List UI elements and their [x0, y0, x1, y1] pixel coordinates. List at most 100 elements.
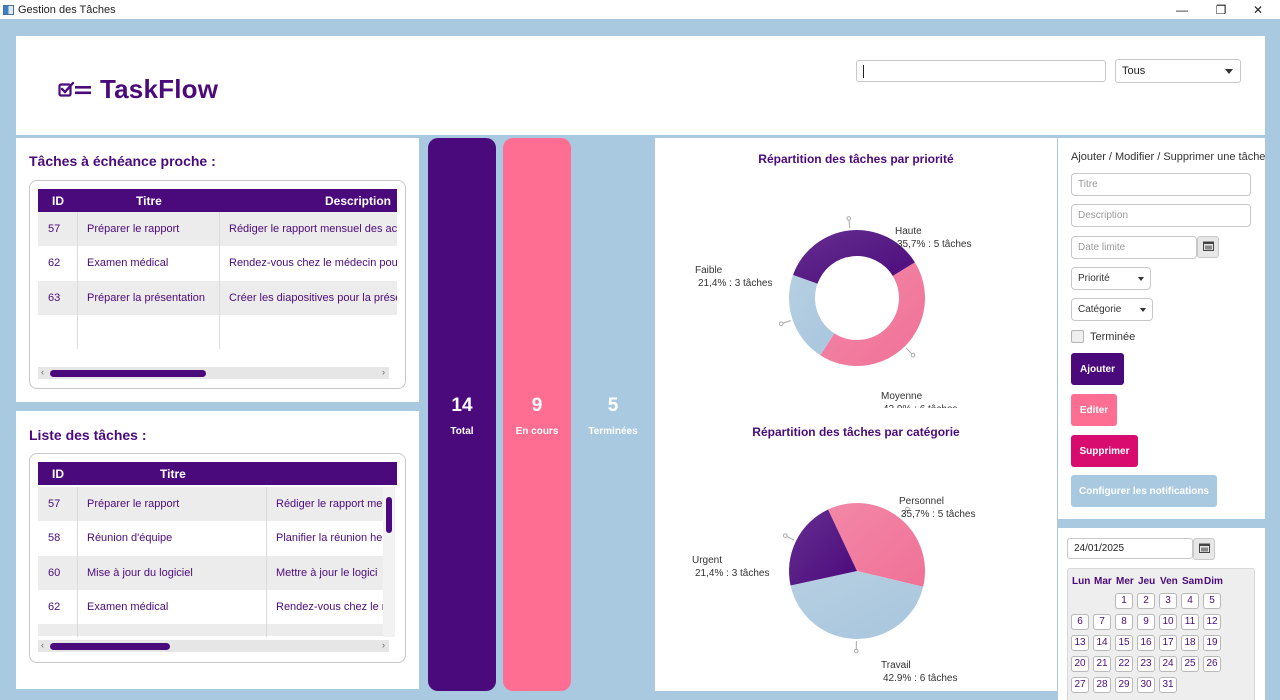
- leader-dot: [910, 352, 916, 358]
- calendar-day[interactable]: 16: [1137, 635, 1155, 651]
- calendar-day[interactable]: 12: [1203, 614, 1221, 630]
- category-select[interactable]: Catégorie: [1071, 298, 1153, 321]
- calendar-day[interactable]: 31: [1159, 677, 1177, 693]
- table-row[interactable]: 57 Préparer le rapport Rédiger le rappor…: [38, 487, 383, 521]
- chevron-down-icon: [1140, 308, 1146, 312]
- column-divider: [266, 487, 267, 637]
- scroll-right-icon[interactable]: ›: [382, 367, 385, 377]
- calendar-day[interactable]: 27: [1071, 677, 1089, 693]
- table-row[interactable]: 63 Préparer la présentation Créer les di…: [38, 281, 397, 315]
- calendar-day[interactable]: 17: [1159, 635, 1177, 651]
- add-button[interactable]: Ajouter: [1071, 353, 1124, 385]
- cell-titre: Mise à jour du logiciel: [87, 567, 193, 579]
- vertical-scrollbar[interactable]: [383, 487, 395, 637]
- column-divider: [219, 212, 220, 349]
- table-row[interactable]: 58 Réunion d'équipe Planifier la réunion…: [38, 521, 383, 555]
- calendar-day[interactable]: 7: [1093, 614, 1111, 630]
- calendar-day[interactable]: 6: [1071, 614, 1089, 630]
- calendar-day[interactable]: 2: [1137, 593, 1155, 609]
- scroll-left-icon[interactable]: ‹: [41, 640, 44, 650]
- calendar-day[interactable]: 24: [1159, 656, 1177, 672]
- minimize-button[interactable]: —: [1164, 0, 1200, 19]
- table-row[interactable]: 57 Préparer le rapport Rédiger le rappor…: [38, 212, 397, 246]
- scrollbar-thumb[interactable]: [386, 497, 392, 533]
- close-button[interactable]: ✕: [1240, 0, 1276, 19]
- cell-description: Rendez-vous chez le médecin pour: [229, 257, 397, 269]
- delete-button[interactable]: Supprimer: [1071, 435, 1138, 467]
- stat-total-label: Total: [450, 426, 474, 437]
- title-input[interactable]: Titre: [1071, 173, 1251, 196]
- column-header-titre[interactable]: Titre: [136, 194, 162, 208]
- search-input[interactable]: [856, 60, 1106, 82]
- scrollbar-thumb[interactable]: [50, 370, 206, 377]
- calendar-day[interactable]: 19: [1203, 635, 1221, 651]
- calendar-day[interactable]: 5: [1203, 593, 1221, 609]
- calendar-day[interactable]: 26: [1203, 656, 1221, 672]
- calendar-day[interactable]: 10: [1159, 614, 1177, 630]
- configure-notifications-button[interactable]: Configurer les notifications: [1071, 475, 1217, 507]
- scroll-right-icon[interactable]: ›: [382, 640, 385, 650]
- cell-description: Rendez-vous chez le r: [276, 601, 383, 613]
- calendar-day[interactable]: 30: [1137, 677, 1155, 693]
- status-filter-select[interactable]: Tous: [1115, 59, 1241, 83]
- table-row-partial: [38, 624, 383, 636]
- task-list-icon: [58, 80, 92, 100]
- weekday-label: Dim: [1204, 576, 1223, 587]
- calendar-date-button[interactable]: [1193, 538, 1215, 560]
- calendar-day[interactable]: 3: [1159, 593, 1177, 609]
- completed-checkbox[interactable]: Terminée: [1071, 330, 1135, 343]
- calendar-day[interactable]: 23: [1137, 656, 1155, 672]
- column-header-titre[interactable]: Titre: [160, 467, 186, 481]
- maximize-button[interactable]: ❐: [1203, 0, 1239, 19]
- calendar-day[interactable]: 8: [1115, 614, 1133, 630]
- horizontal-scrollbar[interactable]: ‹ ›: [38, 367, 389, 379]
- weekday-label: Mer: [1116, 576, 1134, 587]
- column-divider: [77, 487, 78, 637]
- calendar-day[interactable]: 25: [1181, 656, 1199, 672]
- priority-select[interactable]: Priorité: [1071, 267, 1151, 290]
- calendar-day[interactable]: 20: [1071, 656, 1089, 672]
- calendar-day[interactable]: 9: [1137, 614, 1155, 630]
- calendar-day[interactable]: 28: [1093, 677, 1111, 693]
- calendar-day[interactable]: 11: [1181, 614, 1199, 630]
- table-row[interactable]: 60 Mise à jour du logiciel Mettre à jour…: [38, 556, 383, 590]
- calendar-day[interactable]: 1: [1115, 593, 1133, 609]
- completed-checkbox-label: Terminée: [1090, 330, 1136, 343]
- calendar-date-input[interactable]: 24/01/2025: [1067, 538, 1193, 559]
- column-header-description[interactable]: Description: [325, 194, 391, 208]
- calendar-day[interactable]: 15: [1115, 635, 1133, 651]
- cell-id: 58: [48, 532, 61, 544]
- table-row[interactable]: 62 Examen médical Rendez-vous chez le r: [38, 590, 383, 624]
- calendar-day[interactable]: 22: [1115, 656, 1133, 672]
- edit-button[interactable]: Editer: [1071, 394, 1117, 426]
- checkbox-box[interactable]: [1071, 330, 1084, 343]
- window-titlebar: Gestion des Tâches — ❐ ✕: [0, 0, 1280, 19]
- table-row[interactable]: 62 Examen médical Rendez-vous chez le mé…: [38, 246, 397, 280]
- priority-donut-chart: Haute 35,7% : 5 tâches Moyenne 42,9% : 6 tâ…: [695, 216, 972, 408]
- scroll-left-icon[interactable]: ‹: [41, 367, 44, 377]
- weekday-label: Ven: [1160, 576, 1178, 587]
- cell-description: Rédiger le rapport me: [276, 498, 383, 510]
- task-list-table[interactable]: ID Titre 57 Préparer le rapport Rédiger …: [29, 453, 406, 663]
- calendar-day[interactable]: 18: [1181, 635, 1199, 651]
- slice-label: Moyenne: [881, 391, 923, 402]
- calendar-panel: 24/01/2025 Lun Mar Mer Jeu Ven Sam Dim 1 2 3 4 5 6 7 8…: [1058, 528, 1265, 700]
- upcoming-tasks-table[interactable]: ID Titre Description 57 Préparer le rapp…: [29, 180, 406, 389]
- calendar-day[interactable]: 4: [1181, 593, 1199, 609]
- description-input[interactable]: Description: [1071, 204, 1251, 227]
- calendar-day[interactable]: 21: [1093, 656, 1111, 672]
- scrollbar-thumb[interactable]: [50, 643, 170, 650]
- calendar-day[interactable]: 14: [1093, 635, 1111, 651]
- horizontal-scrollbar[interactable]: ‹ ›: [38, 640, 389, 652]
- column-header-id[interactable]: ID: [52, 467, 64, 481]
- column-header-id[interactable]: ID: [52, 194, 64, 208]
- date-picker-button[interactable]: [1197, 236, 1219, 258]
- weekday-label: Sam: [1182, 576, 1204, 587]
- calendar-day[interactable]: 29: [1115, 677, 1133, 693]
- calendar-grid: Lun Mar Mer Jeu Ven Sam Dim 1 2 3 4 5 6 7 8 9 10 11 12 13 14…: [1067, 568, 1255, 700]
- stat-completed-label: Terminées: [588, 426, 638, 437]
- due-date-input[interactable]: Date limite: [1071, 236, 1197, 259]
- calendar-day[interactable]: 13: [1071, 635, 1089, 651]
- slice-label: Travail: [881, 660, 911, 671]
- leader-dot: [778, 321, 784, 327]
